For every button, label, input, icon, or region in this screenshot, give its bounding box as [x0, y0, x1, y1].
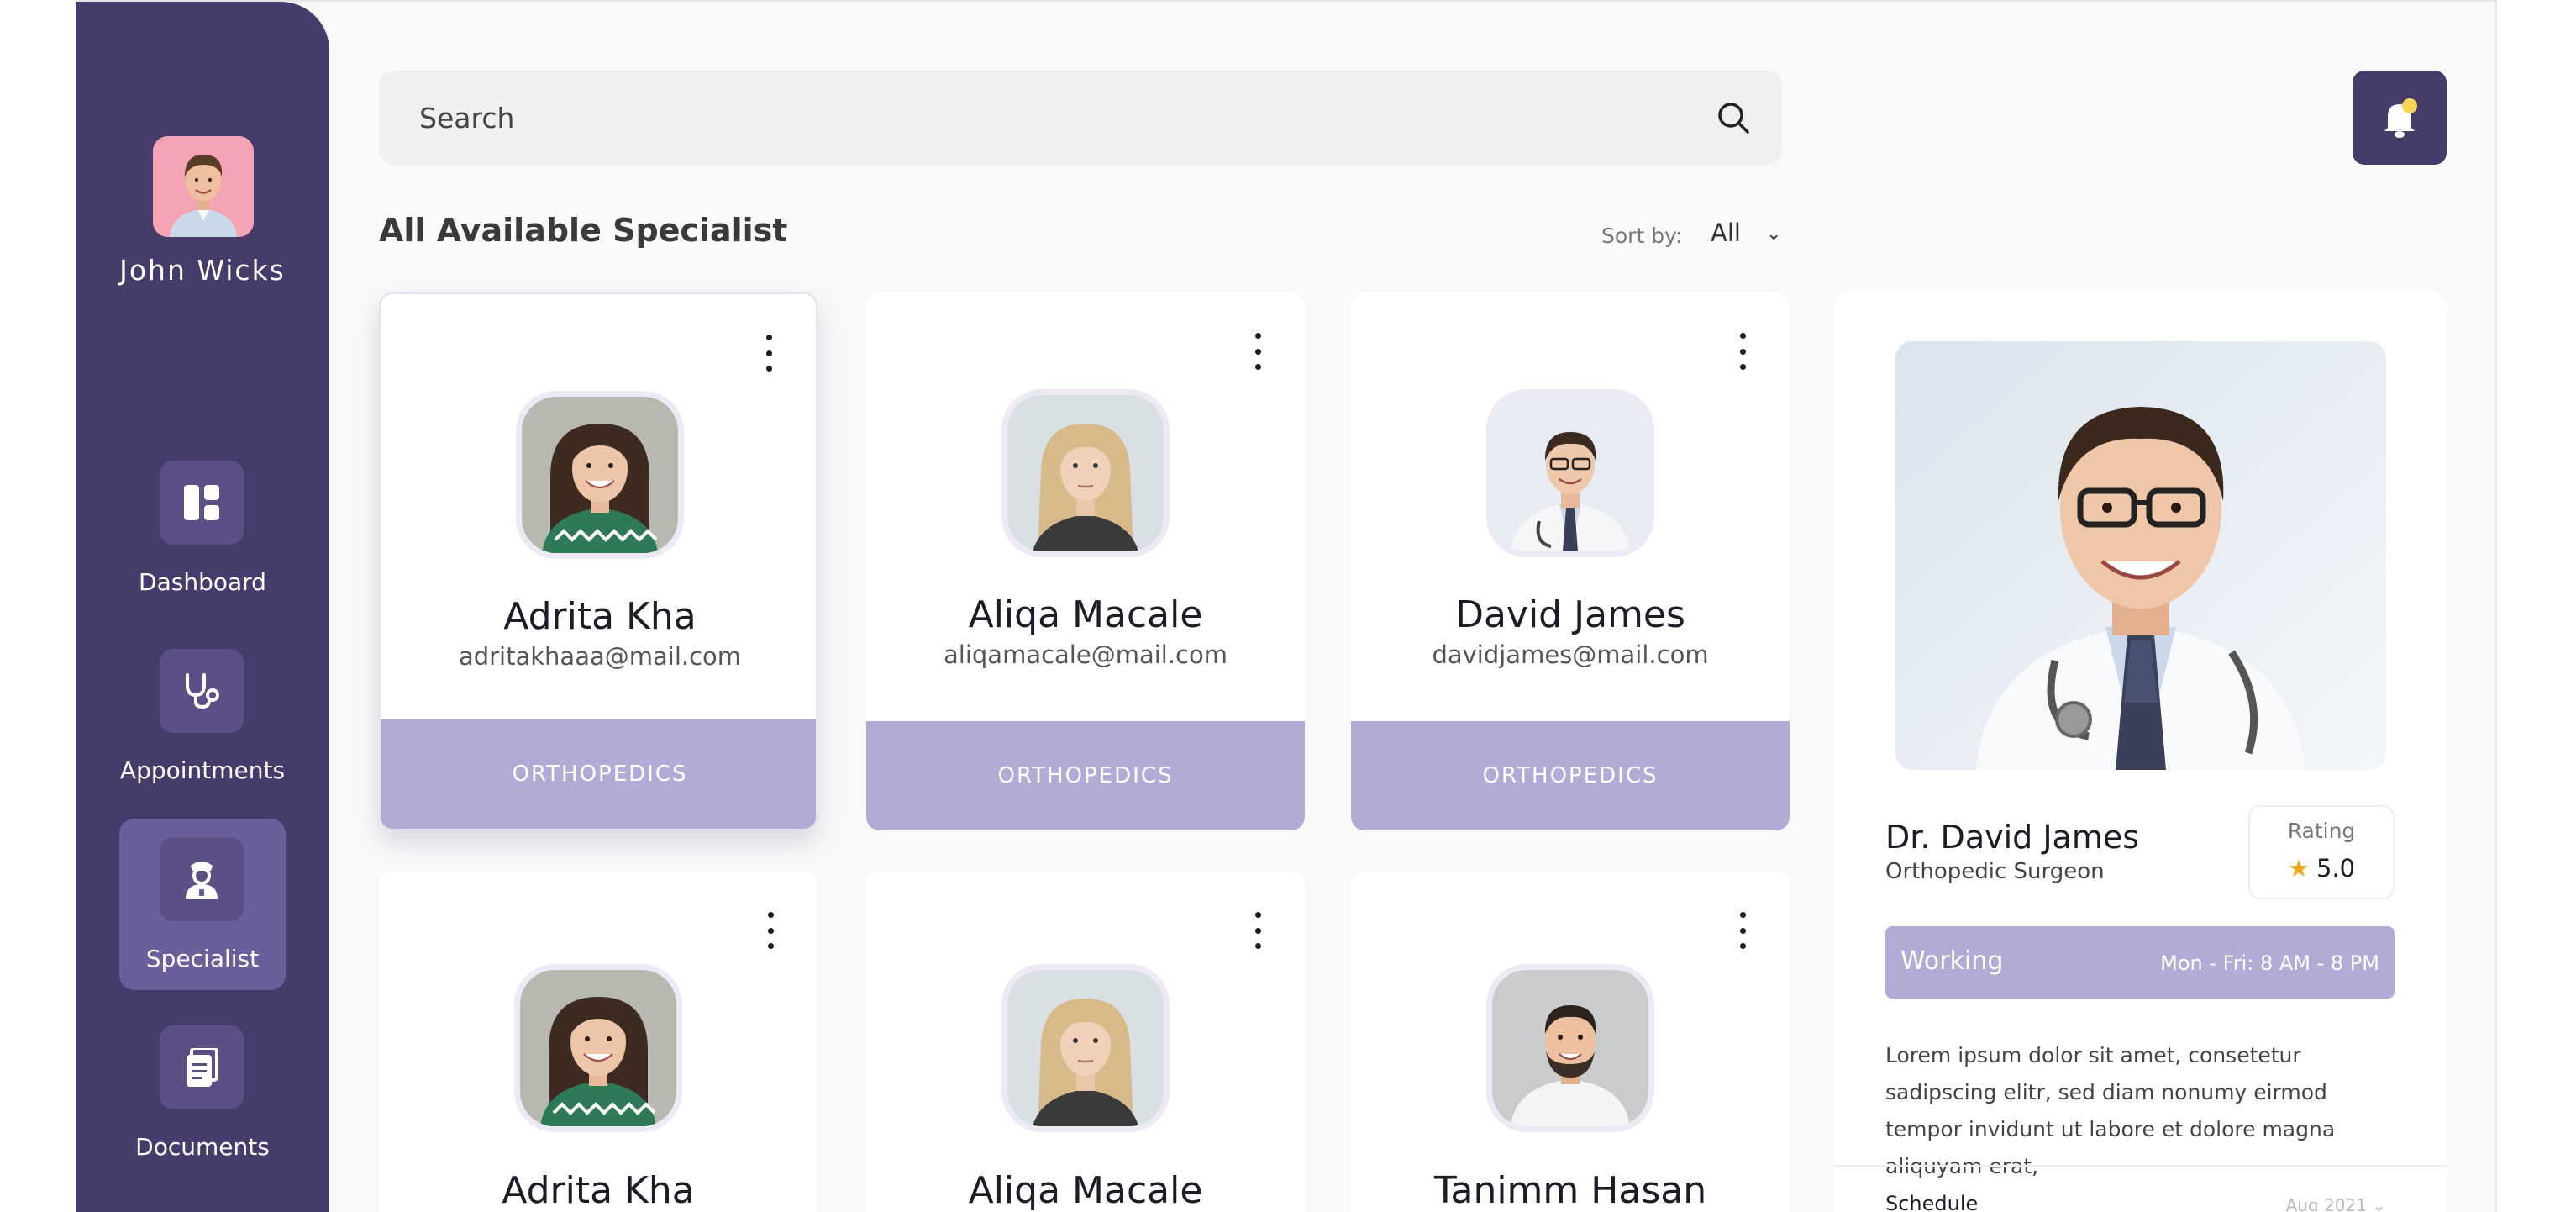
- department-badge: ORTHOPEDICS: [381, 719, 816, 829]
- more-options-icon[interactable]: [765, 912, 775, 949]
- working-hours: Mon - Fri: 8 AM - 8 PM: [2160, 951, 2379, 975]
- more-options-icon[interactable]: [1253, 333, 1263, 370]
- specialist-card[interactable]: Adrita Kha: [379, 872, 817, 1212]
- nav-label-specialist: Specialist: [145, 945, 260, 972]
- department-badge: ORTHOPEDICS: [1351, 721, 1790, 830]
- user-name: John Wicks: [119, 254, 286, 287]
- notification-dot: [2402, 98, 2417, 113]
- search-bar: [379, 71, 1782, 165]
- department-badge: ORTHOPEDICS: [866, 721, 1305, 830]
- search-icon[interactable]: [1716, 101, 1750, 134]
- working-label: Working: [1900, 946, 2004, 976]
- specialist-photo: [516, 391, 684, 559]
- detail-description: Lorem ipsum dolor sit amet, consetetur s…: [1885, 1043, 2336, 1178]
- specialist-card[interactable]: Adrita Kha adritakhaaa@mail.com ORTHOPED…: [379, 292, 817, 830]
- specialist-card[interactable]: Aliqa Macale aliqamacale@mail.com ORTHOP…: [866, 292, 1305, 830]
- nav-label-appointments: Appointments: [119, 756, 286, 784]
- schedule-date: Aug 2021: [2285, 1195, 2367, 1212]
- specialist-card[interactable]: David James davidjames@mail.com ORTHOPED…: [1351, 292, 1790, 830]
- specialist-email: davidjames@mail.com: [1432, 640, 1709, 669]
- nav-item-dashboard[interactable]: Dashboard: [119, 442, 286, 614]
- chevron-down-icon: ⌄: [2372, 1195, 2386, 1212]
- detail-doctor-role: Orthopedic Surgeon: [1885, 859, 2105, 884]
- stethoscope-icon: [160, 649, 244, 733]
- rating-label: Rating: [2287, 819, 2356, 843]
- star-icon: ★: [2287, 854, 2310, 883]
- documents-icon: [160, 1025, 244, 1109]
- schedule-month-select[interactable]: Aug 2021 ⌄: [2286, 1195, 2386, 1212]
- specialist-name: Aliqa Macale: [968, 593, 1203, 636]
- specialist-name: Adrita Kha: [502, 1169, 695, 1212]
- app-frame: John Wicks Dashboard Appointments Specia…: [76, 0, 2497, 1212]
- section-title: All Available Specialist: [379, 212, 788, 249]
- detail-doctor-name: Dr. David James: [1885, 819, 2140, 856]
- more-options-icon[interactable]: [1253, 912, 1263, 949]
- specialist-photo: [1001, 389, 1170, 557]
- specialist-card[interactable]: Aliqa Macale: [866, 872, 1305, 1212]
- bell-icon: [2384, 98, 2417, 138]
- rating-value-row: ★ 5.0: [2250, 854, 2393, 883]
- nav-label-dashboard: Dashboard: [139, 568, 266, 596]
- nav-item-documents[interactable]: Documents: [119, 1007, 286, 1178]
- nav-item-specialist[interactable]: Specialist: [119, 819, 286, 990]
- nav-label-documents: Documents: [135, 1133, 270, 1161]
- user-avatar[interactable]: [153, 136, 254, 237]
- specialist-email: aliqamacale@mail.com: [944, 640, 1228, 669]
- more-options-icon[interactable]: [1737, 333, 1748, 370]
- specialist-photo: [1486, 389, 1654, 557]
- specialist-photo: [514, 964, 682, 1132]
- specialist-photo: [1486, 964, 1654, 1132]
- specialist-name: Adrita Kha: [503, 595, 697, 638]
- sort-select[interactable]: All: [1711, 219, 1741, 247]
- specialist-email: adritakhaaa@mail.com: [458, 642, 742, 671]
- rating-box: Rating ★ 5.0: [2248, 805, 2395, 899]
- specialist-detail-panel: Dr. David James Orthopedic Surgeon Ratin…: [1833, 291, 2447, 1212]
- working-hours-bar: Working Mon - Fri: 8 AM - 8 PM: [1885, 926, 2395, 999]
- sidebar: John Wicks Dashboard Appointments Specia…: [76, 2, 329, 1212]
- rating-value: 5.0: [2316, 854, 2356, 883]
- notification-button[interactable]: [2353, 71, 2447, 165]
- dashboard-icon: [160, 461, 244, 545]
- search-input[interactable]: [419, 71, 1680, 165]
- detail-photo: [1895, 341, 2386, 770]
- specialist-name: Aliqa Macale: [968, 1169, 1203, 1212]
- specialist-name: David James: [1455, 593, 1685, 636]
- nav-item-appointments[interactable]: Appointments: [119, 630, 286, 802]
- sort-label: Sort by:: [1601, 224, 1683, 248]
- divider: [1833, 1165, 2447, 1167]
- specialist-photo: [1001, 964, 1170, 1132]
- more-options-icon[interactable]: [764, 335, 774, 372]
- specialist-card[interactable]: Tanimm Hasan: [1351, 872, 1790, 1212]
- specialist-name: Tanimm Hasan: [1433, 1169, 1707, 1212]
- more-options-icon[interactable]: [1737, 912, 1748, 949]
- chevron-down-icon[interactable]: ⌄: [1766, 224, 1781, 245]
- doctor-icon: [160, 837, 244, 921]
- schedule-label: Schedule: [1885, 1192, 1979, 1212]
